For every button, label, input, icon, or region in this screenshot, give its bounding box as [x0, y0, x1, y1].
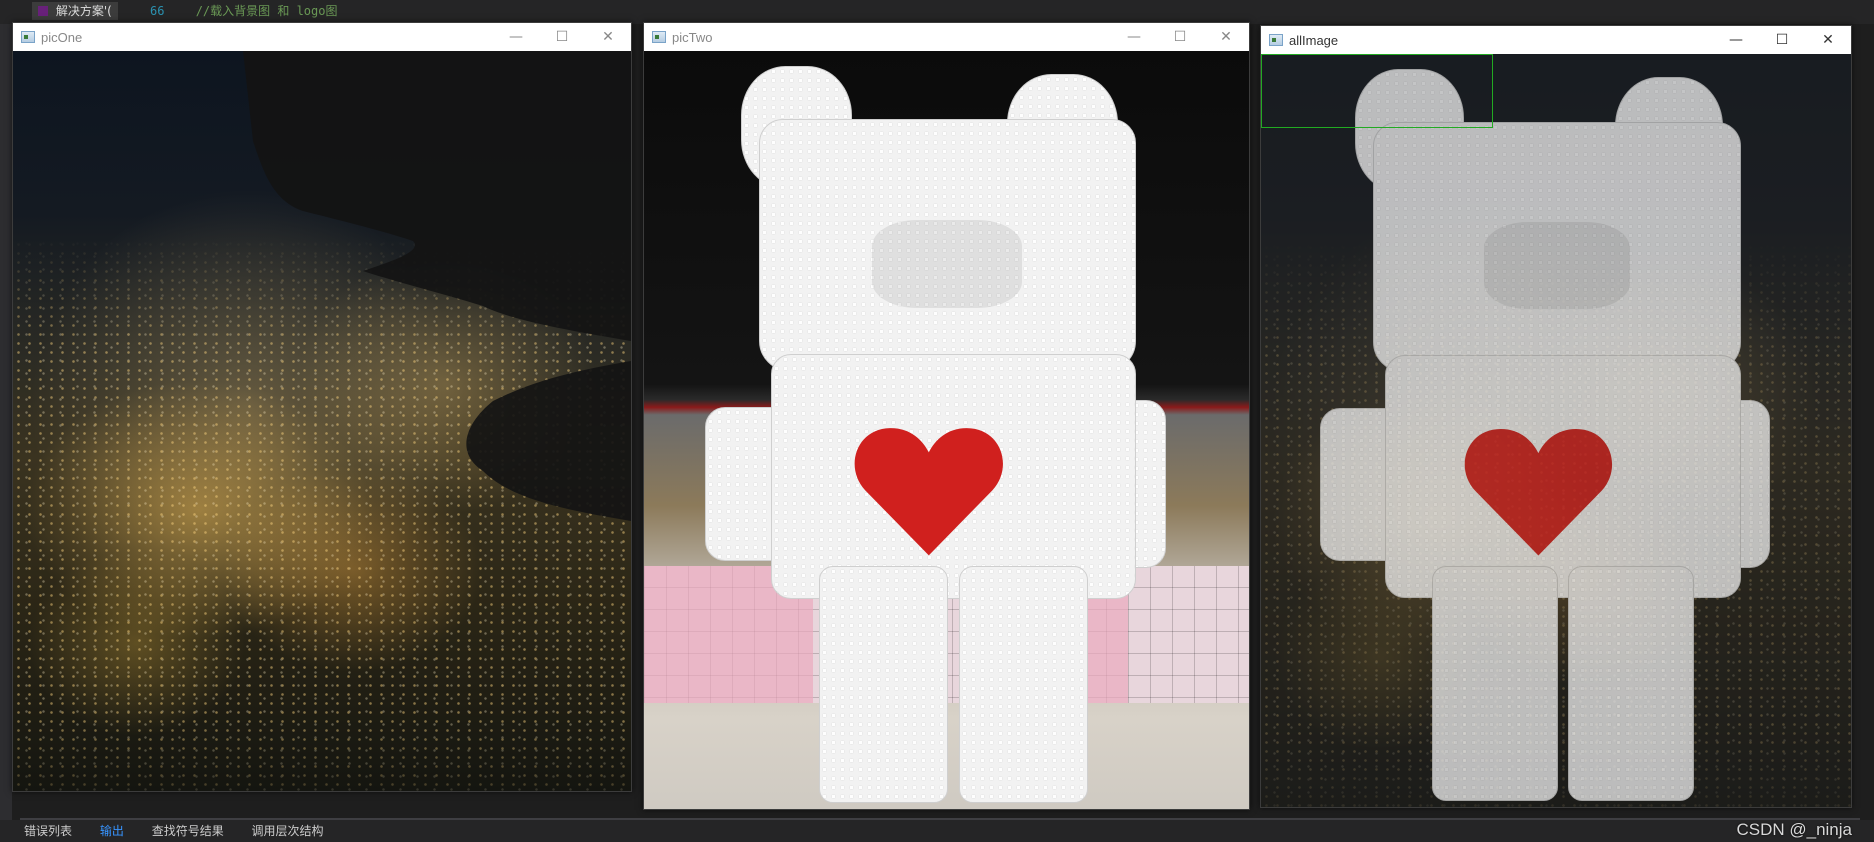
window-allImage[interactable]: allImage — ☐ ✕	[1260, 25, 1852, 808]
bear-leg-left	[819, 566, 949, 804]
minimize-button[interactable]: —	[493, 23, 539, 51]
image-allImage	[1261, 54, 1851, 807]
code-line: 66 //载入背景图 和 logo图	[150, 2, 338, 19]
bear-leg-right	[1567, 566, 1694, 802]
watermark: CSDN @_ninja	[1736, 820, 1852, 839]
close-button[interactable]: ✕	[585, 23, 631, 51]
airplane-wing-silhouette	[243, 51, 631, 521]
image-picOne	[13, 51, 631, 791]
window-title: allImage	[1289, 32, 1339, 48]
tab-find-symbol-results[interactable]: 查找符号结果	[152, 824, 224, 838]
line-number: 66	[150, 4, 165, 18]
app-icon	[1269, 34, 1283, 46]
bear-leg-left	[1432, 566, 1558, 802]
ide-bottom-panel-tabs: 错误列表 输出 查找符号结果 调用层次结构	[0, 820, 1874, 842]
tab-output[interactable]: 输出	[100, 824, 124, 838]
titlebar-picOne[interactable]: picOne — ☐ ✕	[13, 23, 631, 51]
window-picOne[interactable]: picOne — ☐ ✕	[12, 22, 632, 792]
app-icon	[652, 31, 666, 43]
solution-tab-label: 解决方案'(	[55, 4, 112, 18]
close-button[interactable]: ✕	[1203, 23, 1249, 51]
ide-top-bar: 解决方案'( 66 //载入背景图 和 logo图	[0, 0, 1874, 24]
close-button[interactable]: ✕	[1805, 26, 1851, 54]
bear-head	[1373, 121, 1741, 373]
minimize-button[interactable]: —	[1111, 23, 1157, 51]
titlebar-picTwo[interactable]: picTwo — ☐ ✕	[644, 23, 1249, 51]
maximize-button[interactable]: ☐	[1759, 26, 1805, 54]
app-icon	[21, 31, 35, 43]
maximize-button[interactable]: ☐	[539, 23, 585, 51]
bear-leg-right	[958, 566, 1088, 804]
window-title: picTwo	[672, 29, 713, 45]
bear-snout	[1483, 222, 1631, 310]
heart-icon	[832, 422, 1026, 558]
blend-bear-layer	[1261, 54, 1851, 807]
ide-left-toolstrip	[0, 0, 12, 842]
bear-snout	[872, 220, 1023, 308]
bear-head	[758, 119, 1137, 372]
titlebar-allImage[interactable]: allImage — ☐ ✕	[1261, 26, 1851, 54]
solution-tab[interactable]: 解决方案'(	[32, 2, 118, 20]
roi-rectangle	[1261, 54, 1493, 128]
heart-icon	[1444, 423, 1633, 559]
tab-error-list[interactable]: 错误列表	[24, 824, 72, 838]
image-picTwo	[644, 51, 1249, 809]
minimize-button[interactable]: —	[1713, 26, 1759, 54]
window-picTwo[interactable]: picTwo — ☐ ✕	[643, 22, 1250, 810]
vs-solution-icon	[38, 6, 48, 16]
code-comment: //载入背景图 和 logo图	[195, 4, 338, 18]
tab-call-hierarchy[interactable]: 调用层次结构	[252, 824, 324, 838]
window-title: picOne	[41, 29, 83, 45]
maximize-button[interactable]: ☐	[1157, 23, 1203, 51]
